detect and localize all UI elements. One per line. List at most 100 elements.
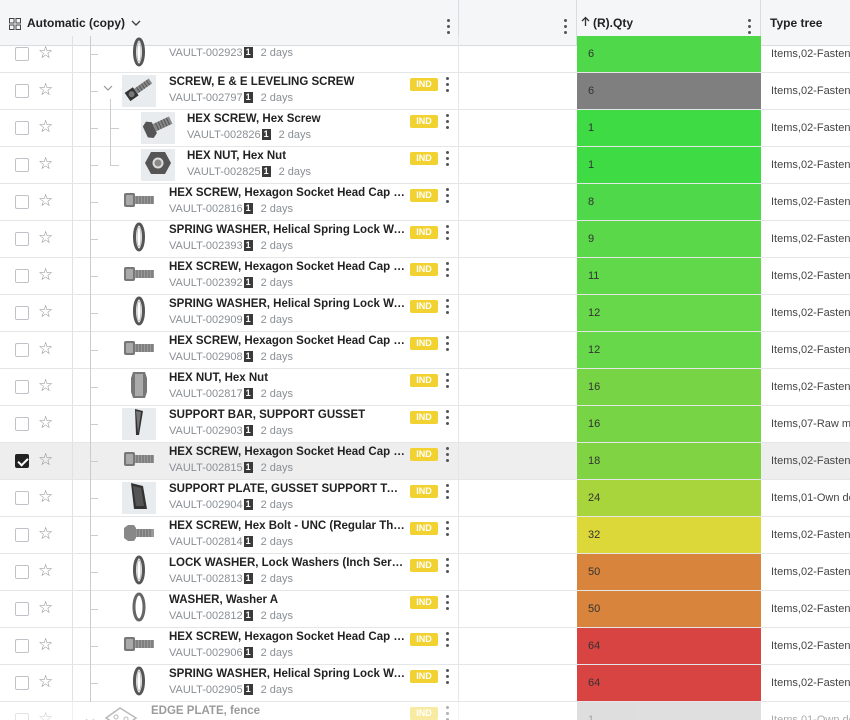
row-checkbox[interactable]: [15, 639, 29, 653]
row-menu-icon[interactable]: [446, 188, 450, 203]
row-menu-icon[interactable]: [446, 299, 450, 314]
table-row[interactable]: ☆ HEX NUT, Hex Nut VAULT-002817 1 2 days IND 1…: [0, 369, 850, 406]
type-tree-cell[interactable]: Items,02-Fasteners: [771, 110, 850, 146]
part-name[interactable]: SCREW, E & E LEVELING SCREW: [169, 76, 406, 88]
table-row[interactable]: ☆ SCREW, E & E LEVELING SCREW VAULT-002797…: [0, 73, 850, 110]
qty-cell[interactable]: 50: [577, 554, 761, 590]
row-menu-icon[interactable]: [446, 262, 450, 277]
favorite-star-icon[interactable]: ☆: [38, 303, 53, 321]
favorite-star-icon[interactable]: ☆: [38, 266, 53, 284]
favorite-star-icon[interactable]: ☆: [38, 414, 53, 432]
type-tree-cell[interactable]: Items,02-Fasteners: [771, 591, 850, 627]
part-name[interactable]: HEX SCREW, Hexagon Socket Head Cap S...: [169, 446, 406, 458]
row-checkbox[interactable]: [15, 195, 29, 209]
part-name[interactable]: SPRING WASHER, Helical Spring Lock Was..…: [169, 224, 406, 236]
part-name[interactable]: HEX NUT, Hex Nut: [169, 372, 406, 384]
qty-cell[interactable]: 12: [577, 332, 761, 368]
type-tree-cell[interactable]: Items,01-Own design: [771, 702, 850, 720]
row-checkbox[interactable]: [15, 269, 29, 283]
qty-cell[interactable]: 24: [577, 480, 761, 516]
view-selector-label[interactable]: Automatic (copy): [27, 16, 125, 30]
qty-cell[interactable]: 18: [577, 443, 761, 479]
part-name[interactable]: HEX SCREW, Hexagon Socket Head Cap S...: [169, 631, 406, 643]
part-name[interactable]: HEX SCREW, Hex Screw: [187, 113, 406, 125]
favorite-star-icon[interactable]: ☆: [38, 81, 53, 99]
row-menu-icon[interactable]: [446, 706, 450, 720]
row-checkbox[interactable]: [15, 565, 29, 579]
part-name[interactable]: HEX SCREW, Hex Bolt - UNC (Regular Thre.…: [169, 520, 406, 532]
row-menu-icon[interactable]: [446, 410, 450, 425]
favorite-star-icon[interactable]: ☆: [38, 118, 53, 136]
type-tree-cell[interactable]: Items,02-Fasteners: [771, 258, 850, 294]
row-checkbox[interactable]: [15, 602, 29, 616]
type-tree-cell[interactable]: Items,02-Fasteners: [771, 517, 850, 553]
table-row[interactable]: ☆ HEX SCREW, Hexagon Socket Head Cap S...…: [0, 628, 850, 665]
qty-cell[interactable]: 9: [577, 221, 761, 257]
table-row[interactable]: ☆EDGE PLATE, fenceVAULT-00222014 hours⌀1…: [0, 702, 850, 720]
type-tree-cell[interactable]: Items,02-Fasteners: [771, 73, 850, 109]
favorite-star-icon[interactable]: ☆: [38, 192, 53, 210]
table-row[interactable]: ☆ HEX SCREW, Hexagon Socket Head Cap S...…: [0, 332, 850, 369]
type-tree-cell[interactable]: Items,02-Fasteners: [771, 554, 850, 590]
type-tree-cell[interactable]: Items,02-Fasteners: [771, 665, 850, 701]
type-tree-cell[interactable]: Items,07-Raw material: [771, 406, 850, 442]
part-name[interactable]: SPRING WASHER, Helical Spring Lock Was..…: [169, 298, 406, 310]
type-tree-cell[interactable]: Items,02-Fasteners: [771, 443, 850, 479]
favorite-star-icon[interactable]: ☆: [38, 44, 53, 62]
table-row[interactable]: ☆ SUPPORT BAR, SUPPORT GUSSET VAULT-002903…: [0, 406, 850, 443]
favorite-star-icon[interactable]: ☆: [38, 340, 53, 358]
chevron-down-icon[interactable]: [131, 14, 141, 32]
qty-cell[interactable]: 16: [577, 406, 761, 442]
type-tree-cell[interactable]: Items,02-Fasteners: [771, 184, 850, 220]
type-tree-cell[interactable]: Items,02-Fasteners: [771, 295, 850, 331]
qty-cell[interactable]: 8: [577, 184, 761, 220]
favorite-star-icon[interactable]: ☆: [38, 488, 53, 506]
row-checkbox[interactable]: [15, 47, 29, 61]
favorite-star-icon[interactable]: ☆: [38, 599, 53, 617]
row-checkbox[interactable]: [15, 417, 29, 431]
row-checkbox[interactable]: [15, 121, 29, 135]
type-tree-cell[interactable]: Items,02-Fasteners: [771, 369, 850, 405]
type-tree-cell[interactable]: Items,02-Fasteners: [771, 36, 850, 72]
type-tree-cell[interactable]: Items,02-Fasteners: [771, 332, 850, 368]
qty-cell[interactable]: 50: [577, 591, 761, 627]
row-menu-icon[interactable]: [446, 447, 450, 462]
column-menu-icon[interactable]: [564, 19, 568, 34]
type-tree-cell[interactable]: Items,02-Fasteners: [771, 221, 850, 257]
favorite-star-icon[interactable]: ☆: [38, 710, 53, 720]
qty-cell[interactable]: 64: [577, 628, 761, 664]
table-row[interactable]: ☆ HEX NUT, Hex Nut VAULT-002825 1 2 days IND 1…: [0, 147, 850, 184]
favorite-star-icon[interactable]: ☆: [38, 525, 53, 543]
part-name[interactable]: EDGE PLATE, fence: [151, 705, 406, 717]
row-checkbox[interactable]: [15, 676, 29, 690]
favorite-star-icon[interactable]: ☆: [38, 673, 53, 691]
row-menu-icon[interactable]: [446, 373, 450, 388]
qty-cell[interactable]: 11: [577, 258, 761, 294]
qty-cell[interactable]: 32: [577, 517, 761, 553]
row-menu-icon[interactable]: [446, 521, 450, 536]
part-name[interactable]: SUPPORT PLATE, GUSSET SUPPORT TAP ...: [169, 483, 406, 495]
part-name[interactable]: LOCK WASHER, Lock Washers (Inch Series..…: [169, 557, 406, 569]
favorite-star-icon[interactable]: ☆: [38, 636, 53, 654]
table-row[interactable]: ☆ WASHER, Washer A VAULT-002812 1 2 days IND 5…: [0, 591, 850, 628]
row-checkbox[interactable]: [15, 84, 29, 98]
part-name[interactable]: HEX SCREW, Hexagon Socket Head Cap S...: [169, 261, 406, 273]
row-menu-icon[interactable]: [446, 632, 450, 647]
qty-cell[interactable]: 1: [577, 110, 761, 146]
part-name[interactable]: HEX NUT, Hex Nut: [187, 150, 406, 162]
column-menu-icon[interactable]: [447, 19, 451, 34]
table-row[interactable]: ☆ LOCK WASHER, Lock Washers (Inch Series.…: [0, 554, 850, 591]
type-tree-cell[interactable]: Items,02-Fasteners: [771, 147, 850, 183]
table-row[interactable]: ☆ HEX SCREW, Hexagon Socket Head Cap S...…: [0, 258, 850, 295]
sort-ascending-icon[interactable]: [581, 14, 590, 32]
qty-cell[interactable]: 64: [577, 665, 761, 701]
type-tree-cell[interactable]: Items,01-Own design: [771, 480, 850, 516]
table-row[interactable]: ☆ VAULT-0029231 2 days 6 Items,02-Fasteners: [0, 36, 850, 73]
row-checkbox[interactable]: [15, 528, 29, 542]
part-name[interactable]: SUPPORT BAR, SUPPORT GUSSET: [169, 409, 406, 421]
part-name[interactable]: HEX SCREW, Hexagon Socket Head Cap S...: [169, 335, 406, 347]
table-row[interactable]: ☆ SPRING WASHER, Helical Spring Lock Was.…: [0, 295, 850, 332]
favorite-star-icon[interactable]: ☆: [38, 451, 53, 469]
part-name[interactable]: HEX SCREW, Hexagon Socket Head Cap S...: [169, 187, 406, 199]
favorite-star-icon[interactable]: ☆: [38, 229, 53, 247]
